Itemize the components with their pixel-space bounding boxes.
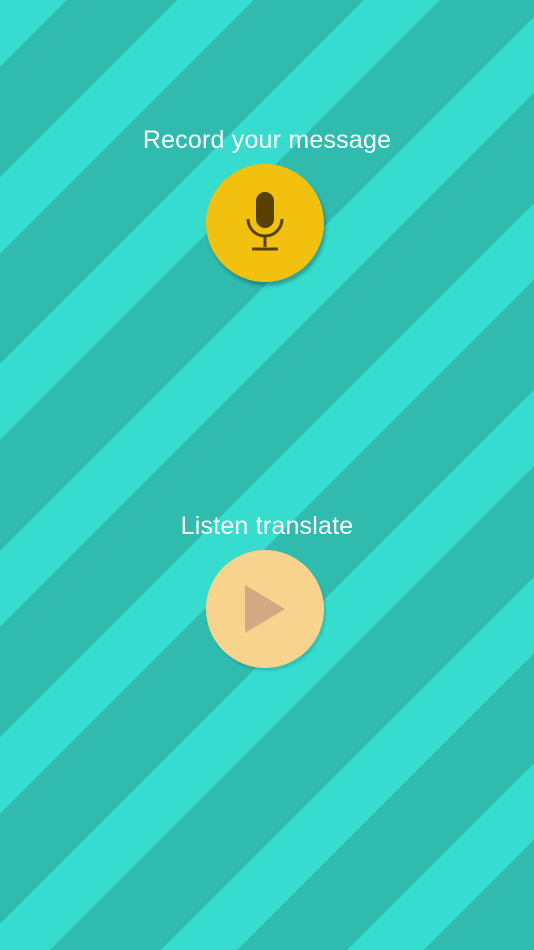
microphone-icon — [246, 192, 284, 251]
play-icon — [245, 585, 285, 633]
play-button[interactable] — [206, 550, 324, 668]
listen-label: Listen translate — [180, 512, 354, 540]
record-label: Record your message — [142, 126, 392, 154]
record-button[interactable] — [206, 164, 324, 282]
